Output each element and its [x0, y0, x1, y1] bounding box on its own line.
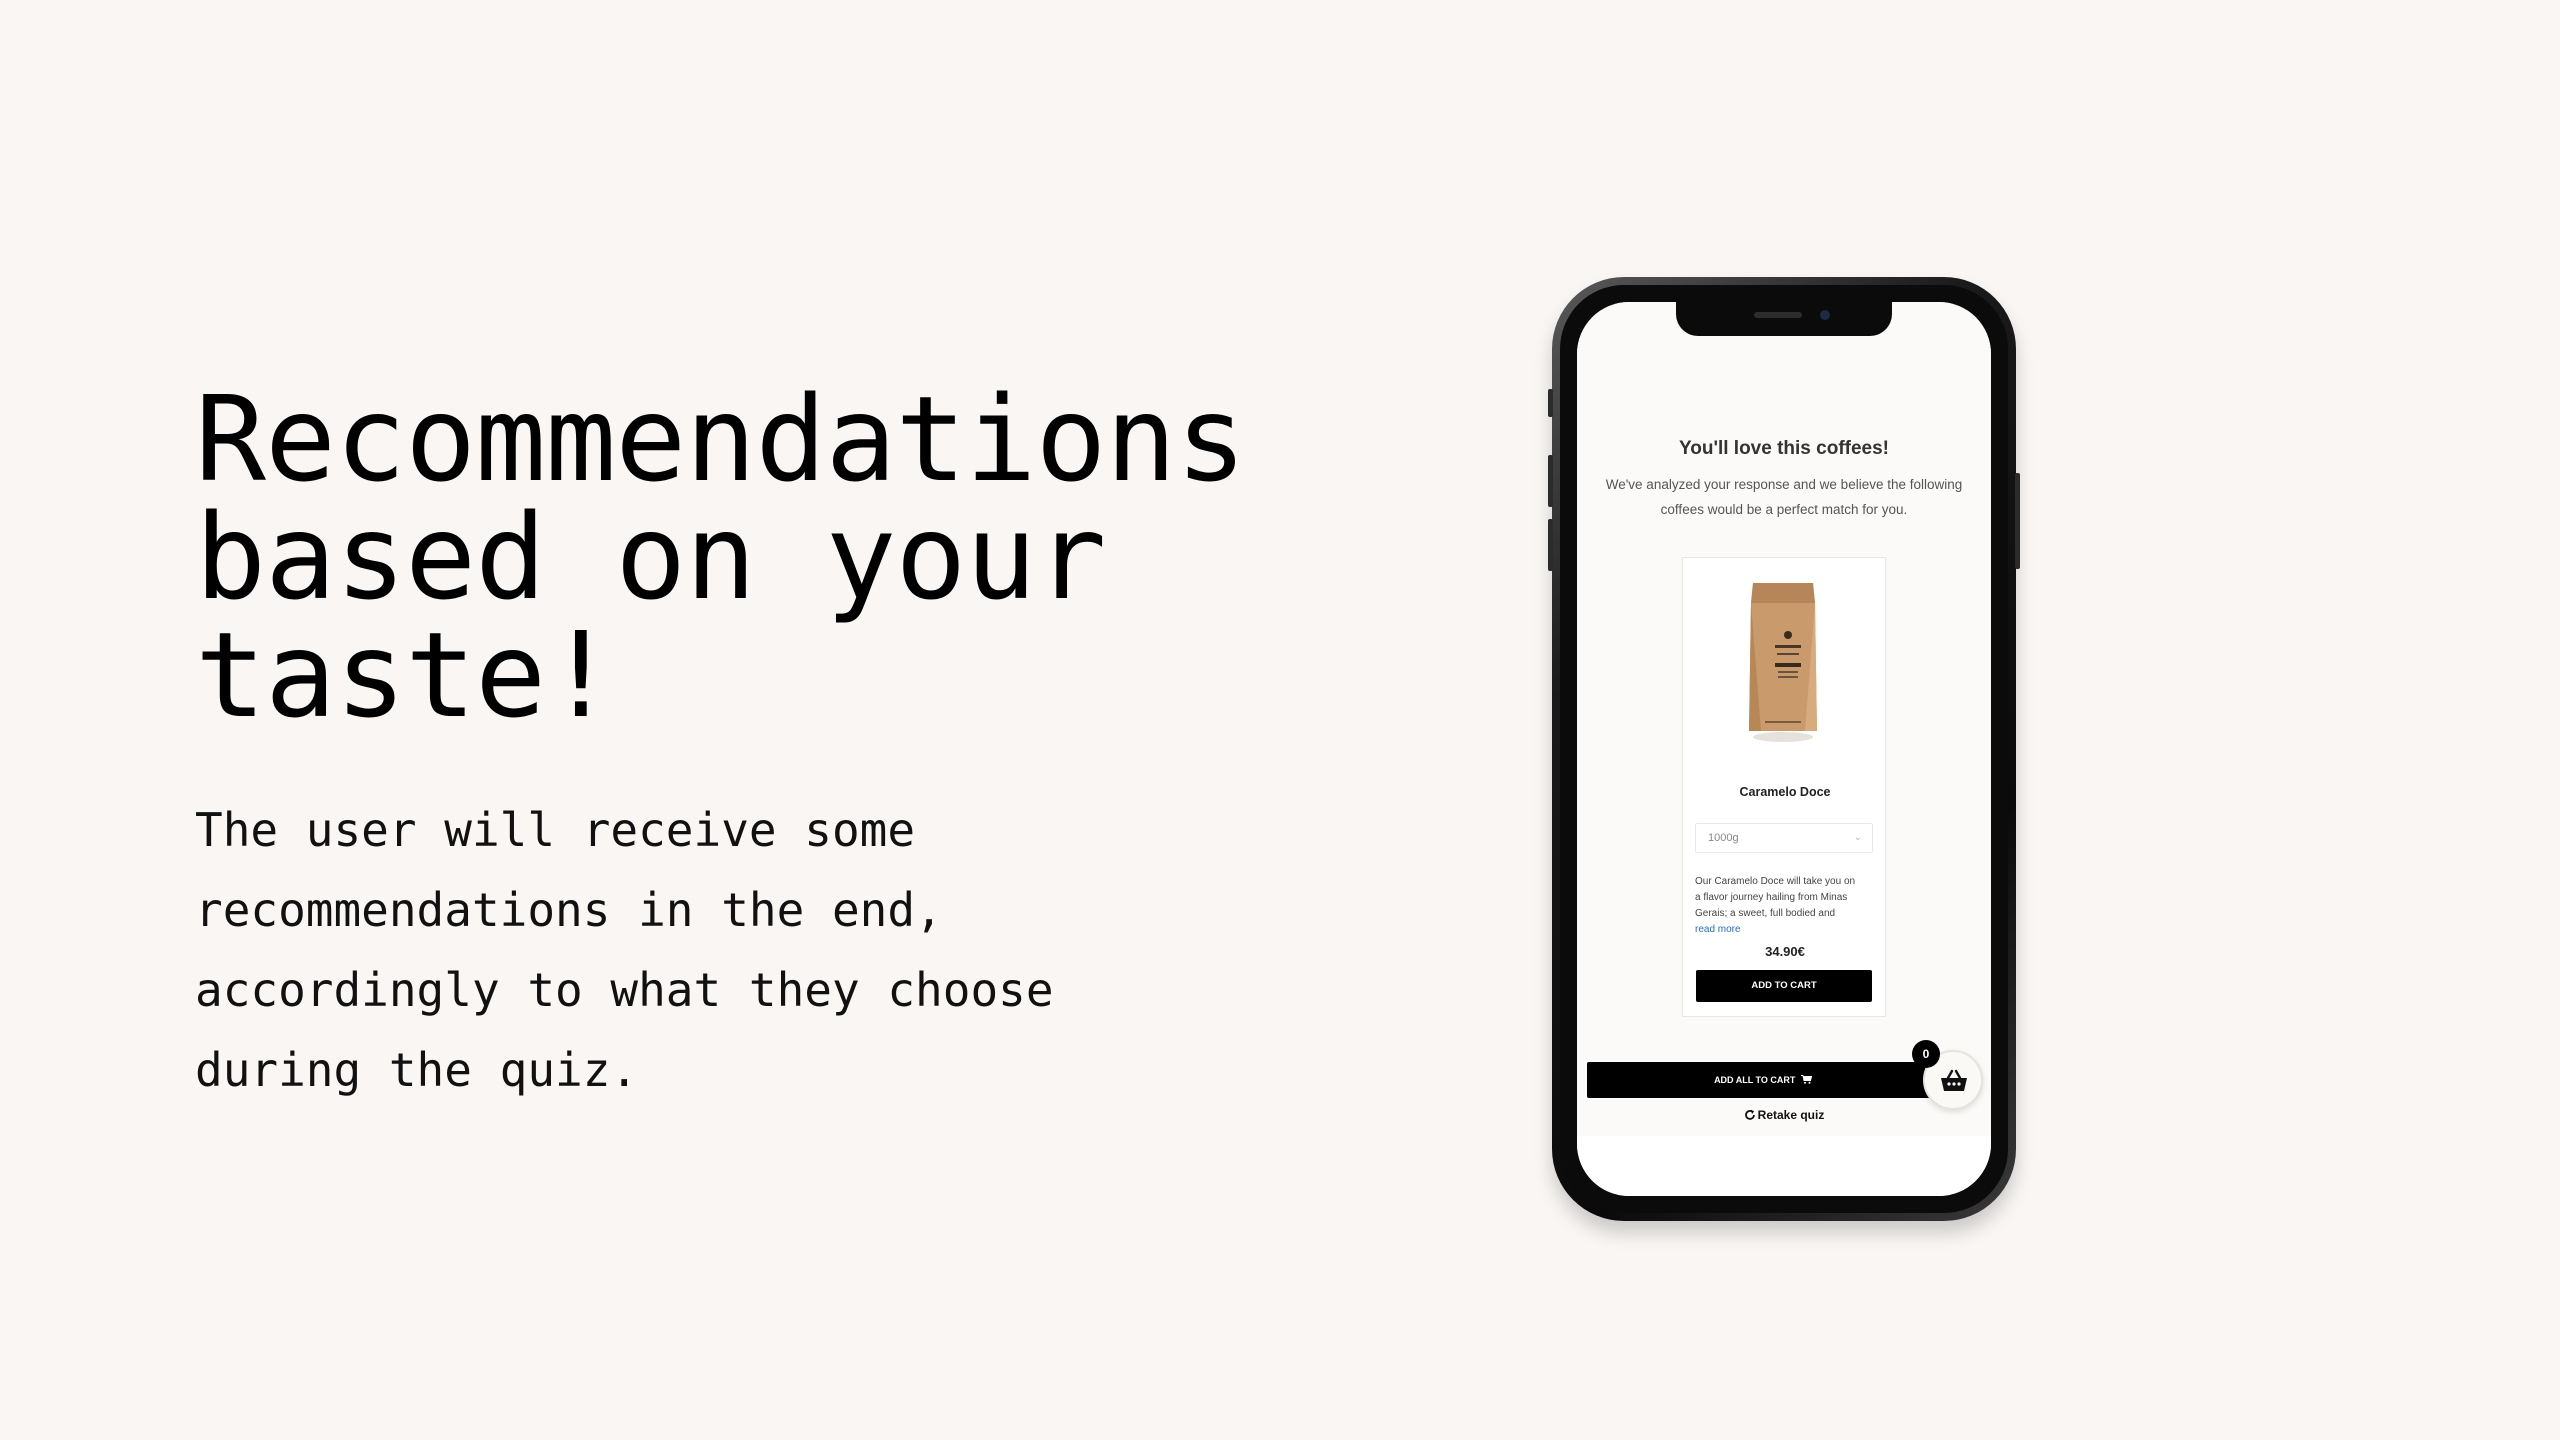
basket-icon [1941, 1069, 1967, 1091]
headline: Recommendations based on your taste! [195, 380, 1395, 734]
size-select-value: 1000g [1708, 832, 1739, 844]
results-title: You'll love this coffees! [1678, 438, 1890, 459]
product-description-line-2: a flavor journey hailing from Minas [1695, 892, 1848, 903]
refresh-icon [1744, 1109, 1755, 1120]
subtext-line-1: The user will receive some [195, 803, 916, 857]
results-description-line-2: coffees would be a perfect match for you… [1660, 502, 1908, 517]
subtext-line-4: during the quiz. [195, 1043, 639, 1097]
size-select[interactable]: 1000g ⌄ [1695, 823, 1873, 853]
slide: Recommendations based on your taste! The… [0, 0, 2560, 1440]
phone-volume-down-button [1548, 519, 1553, 571]
phone-volume-up-button [1548, 455, 1553, 507]
subtext-line-2: recommendations in the end, [195, 883, 943, 937]
product-description-line-3: Gerais; a sweet, full bodied and [1695, 908, 1836, 919]
subtext-line-3: accordingly to what they choose [195, 963, 1054, 1017]
cart-icon [1800, 1075, 1813, 1084]
retake-quiz-link[interactable]: Retake quiz [1577, 1108, 1991, 1122]
headline-line-3: taste! [195, 606, 616, 744]
product-price: 34.90€ [1765, 944, 1805, 959]
add-all-to-cart-label: ADD ALL TO CART [1714, 1075, 1796, 1085]
product-name: Caramelo Doce [1739, 785, 1831, 799]
subtext: The user will receive some recommendatio… [195, 790, 1195, 1110]
read-more-link[interactable]: read more [1695, 922, 1875, 938]
headline-line-2: based on your [195, 488, 1107, 626]
retake-quiz-label: Retake quiz [1757, 1108, 1825, 1122]
results-description-line-1: We've analyzed your response and we beli… [1605, 477, 1963, 492]
coffee-bag-image [1749, 583, 1817, 742]
product-description: Our Caramelo Doce will take you on a fla… [1695, 874, 1875, 938]
phone-silent-switch [1548, 389, 1553, 417]
add-to-cart-button[interactable]: ADD TO CART [1696, 970, 1872, 1002]
screen-ui-layer: You'll love this coffees! We've analyzed… [1577, 302, 1991, 1196]
add-all-to-cart-button[interactable]: ADD ALL TO CART [1587, 1062, 1939, 1098]
cart-count-badge: 0 [1912, 1040, 1940, 1068]
headline-line-1: Recommendations [195, 370, 1247, 508]
product-description-line-1: Our Caramelo Doce will take you on [1695, 876, 1856, 887]
phone-power-button [2015, 473, 2020, 569]
chevron-down-icon: ⌄ [1853, 832, 1862, 843]
product-card: Caramelo Doce 1000g ⌄ Our Caramelo Doce … [1682, 557, 1886, 1017]
results-description: We've analyzed your response and we beli… [1589, 472, 1979, 522]
